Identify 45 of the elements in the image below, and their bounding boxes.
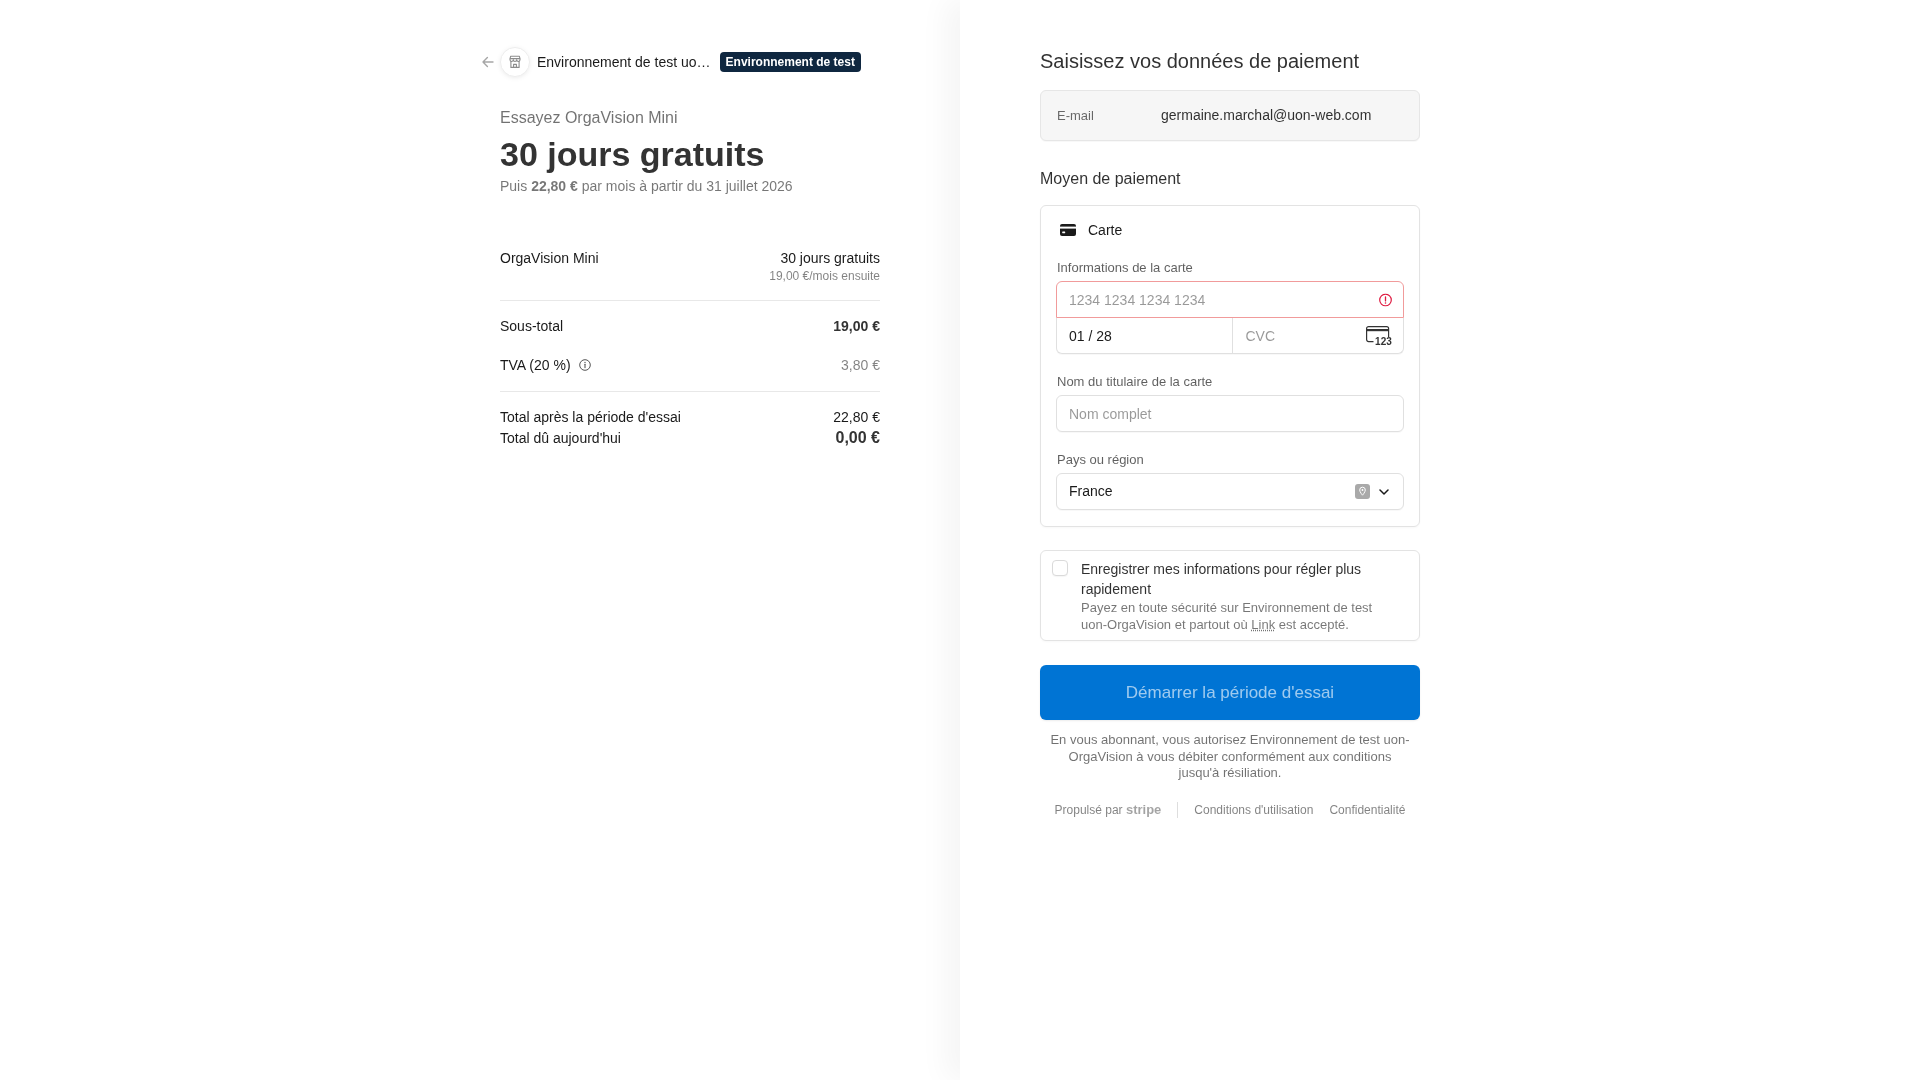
store-icon [500, 47, 530, 77]
section-heading: Moyen de paiement [1040, 169, 1182, 189]
due-today-value: 0,00 € [835, 428, 880, 448]
checkbox[interactable] [1052, 560, 1068, 576]
pin-tile-icon [1355, 484, 1370, 499]
price-subline: Puis 22,80 € par mois à partir du 31 juillet 2026 [500, 177, 794, 196]
field-label: Nom du titulaire de la carte [1056, 373, 1214, 391]
field-label: Informations de la carte [1056, 259, 1194, 277]
save-info-description: Payez en toute sécurité sur Environnement de test uon-OrgaVision et partout où Link est accepté. [1081, 599, 1374, 633]
cvc-card-icon: 123 [1366, 326, 1392, 346]
plan-eyebrow: Essayez OrgaVision Mini [500, 108, 679, 128]
item-note: 19,00 €/mois ensuite [769, 268, 880, 284]
field-label: Pays ou région [1056, 451, 1145, 469]
powered-by-link[interactable]: Propulsé par stripe [1054, 801, 1162, 818]
total-value: 22,80 € [833, 408, 880, 427]
email-value: germaine.marchal@uon-web.com [1161, 106, 1372, 125]
info-icon [578, 359, 591, 371]
trial-headline: 30 jours gratuits [500, 134, 766, 175]
merchant-name: Environnement de test uo… [537, 52, 711, 72]
footer-link[interactable]: Conditions d'utilisation [1194, 801, 1314, 818]
footer-link[interactable]: Confidentialité [1329, 801, 1406, 818]
inline-link[interactable]: Link [1251, 617, 1276, 632]
chevron-down-icon [1379, 488, 1389, 495]
arrow-left-icon [482, 56, 494, 68]
country-select[interactable]: France [1056, 473, 1404, 510]
card-icon [1060, 224, 1076, 236]
back-button[interactable] [482, 56, 494, 68]
summary-label: TVA (20 %) [500, 356, 571, 375]
name-field[interactable]: Nom complet [1056, 395, 1404, 432]
subtotal-value: 19,00 € [833, 317, 880, 336]
method-label: Carte [1088, 220, 1123, 240]
save-info-label: Enregistrer mes informations pour régler plus rapidement [1081, 560, 1363, 599]
email-label: E-mail [1057, 106, 1095, 125]
item-price: 30 jours gratuits [779, 249, 880, 268]
item-name: OrgaVision Mini [500, 249, 599, 268]
expiry-field[interactable]: 01 / 28 [1056, 318, 1234, 354]
summary-label: Total dû aujourd'hui [500, 429, 621, 448]
form-title: Saisissez vos données de paiement [1040, 49, 1361, 74]
alert-icon [1379, 293, 1392, 306]
card-number-field[interactable]: 1234 1234 1234 1234 [1056, 281, 1404, 318]
legal-text: En vous abonnant, vous autorisez Environnement de test uon-OrgaVision à vous débiter conformément aux conditions jusqu'à résiliation. [1049, 732, 1411, 782]
test-mode-badge: Environnement de test [719, 52, 861, 72]
summary-label: Total après la période d'essai [500, 408, 681, 427]
tax-value: 3,80 € [841, 356, 880, 375]
summary-label: Sous-total [500, 317, 564, 336]
